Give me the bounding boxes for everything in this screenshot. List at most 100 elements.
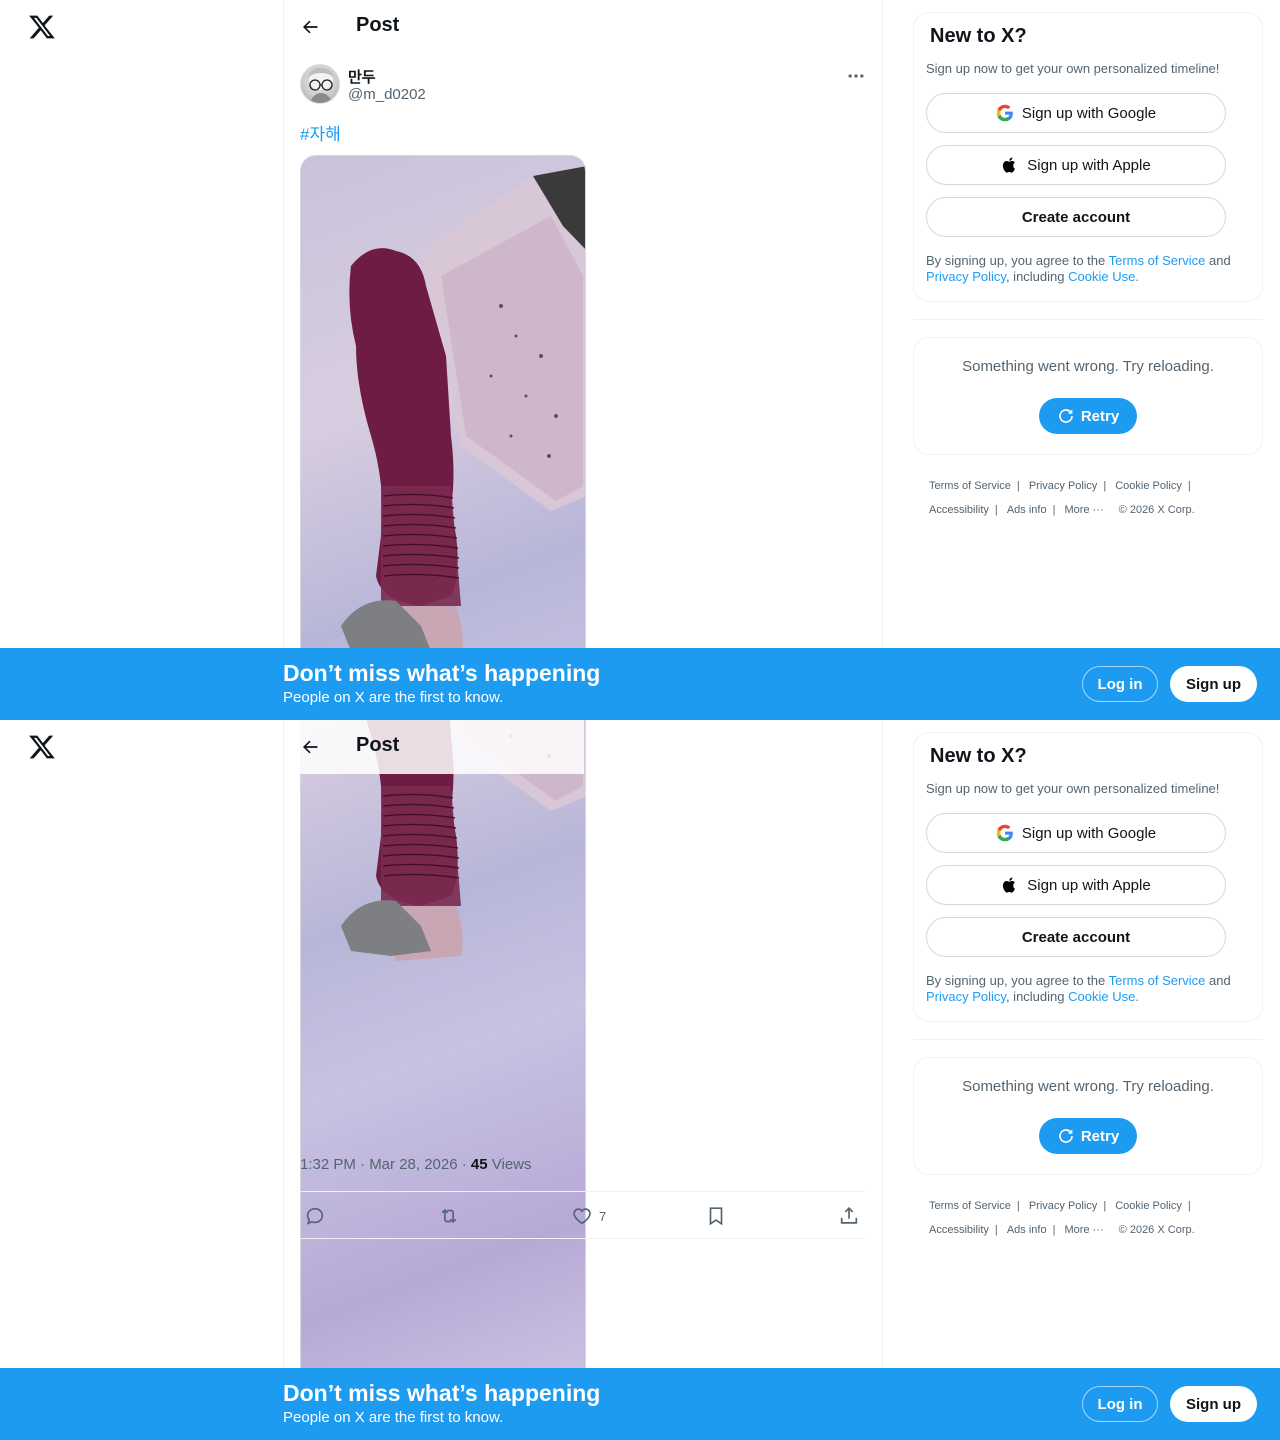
like-count: 7 bbox=[599, 1208, 607, 1224]
share-icon bbox=[840, 1207, 858, 1224]
footer-copyright: © 2026 X Corp. bbox=[1118, 504, 1195, 516]
footer-accessibility-link[interactable]: Accessibility bbox=[929, 498, 989, 522]
login-banner: Don’t miss what’s happening People on X … bbox=[0, 648, 1280, 720]
signup-legal-text: By signing up, you agree to the Terms of… bbox=[926, 973, 1252, 1005]
post-timestamp[interactable]: 1:32 PM · Mar 28, 2026 · bbox=[300, 1156, 471, 1173]
sidebar-right: New to X? Sign up now to get your own pe… bbox=[913, 12, 1263, 522]
signup-subtitle: Sign up now to get your own personalized… bbox=[926, 61, 1220, 76]
author-name[interactable]: 만두 bbox=[348, 66, 376, 87]
viewport-bottom: Post 1:32 PM · Mar 28, 2026 · 45 Views 7 bbox=[0, 720, 1280, 1440]
footer-terms-link[interactable]: Terms of Service bbox=[929, 474, 1011, 498]
post-meta: 1:32 PM · Mar 28, 2026 · 45 Views bbox=[300, 1156, 532, 1173]
signup-button[interactable]: Sign up bbox=[1170, 1386, 1257, 1422]
banner-subtitle: People on X are the first to know. bbox=[283, 689, 504, 706]
signup-legal-text: By signing up, you agree to the Terms of… bbox=[926, 253, 1252, 285]
footer-more-link[interactable]: More ··· bbox=[1065, 498, 1104, 522]
footer-privacy-link[interactable]: Privacy Policy bbox=[1029, 1194, 1097, 1218]
cookie-link[interactable]: Cookie Use. bbox=[1068, 989, 1139, 1004]
signup-google-button[interactable]: Sign up with Google bbox=[926, 93, 1226, 133]
terms-link[interactable]: Terms of Service bbox=[1109, 253, 1206, 268]
signup-title: New to X? bbox=[930, 25, 1027, 47]
refresh-icon bbox=[1057, 1127, 1075, 1145]
banner-title: Don’t miss what’s happening bbox=[283, 660, 601, 686]
signup-apple-button[interactable]: Sign up with Apple bbox=[926, 865, 1226, 905]
back-arrow-icon[interactable] bbox=[300, 17, 320, 37]
legal-text-3: , including bbox=[1005, 989, 1069, 1004]
login-button[interactable]: Log in bbox=[1082, 1386, 1158, 1422]
share-button[interactable] bbox=[838, 1204, 860, 1228]
post-media-image[interactable] bbox=[300, 720, 586, 1439]
reply-icon bbox=[306, 1207, 324, 1225]
signup-google-label: Sign up with Google bbox=[1021, 824, 1157, 842]
footer-cookie-link[interactable]: Cookie Policy bbox=[1115, 1194, 1182, 1218]
divider bbox=[913, 319, 1263, 320]
back-arrow-icon[interactable] bbox=[300, 737, 320, 757]
footer-accessibility-link[interactable]: Accessibility bbox=[929, 1218, 989, 1242]
signup-apple-button[interactable]: Sign up with Apple bbox=[926, 145, 1226, 185]
repost-icon bbox=[441, 1208, 457, 1224]
post-actions: 7 bbox=[300, 1191, 866, 1239]
privacy-link[interactable]: Privacy Policy bbox=[926, 269, 1006, 284]
signup-apple-label: Sign up with Apple bbox=[1027, 876, 1151, 894]
footer-terms-link[interactable]: Terms of Service bbox=[929, 1194, 1011, 1218]
viewport-top: Post 만두 @m_d0202 #자해 New to X? Sign up n… bbox=[0, 0, 1280, 720]
footer-links: Terms of Service | Privacy Policy | Cookie… bbox=[913, 474, 1263, 522]
google-icon bbox=[996, 104, 1014, 122]
signup-google-label: Sign up with Google bbox=[1021, 104, 1157, 122]
more-options-icon[interactable] bbox=[846, 66, 866, 86]
footer-ads-link[interactable]: Ads info bbox=[1007, 1218, 1047, 1242]
post-header: Post bbox=[284, 0, 882, 54]
post-hashtag[interactable]: #자해 bbox=[300, 120, 341, 145]
bookmark-icon bbox=[709, 1207, 723, 1226]
signup-title: New to X? bbox=[930, 745, 1027, 767]
retry-label: Retry bbox=[1080, 1127, 1120, 1145]
bookmark-button[interactable] bbox=[705, 1204, 727, 1228]
login-banner: Don’t miss what’s happening People on X … bbox=[0, 1368, 1280, 1440]
views-label: Views bbox=[487, 1156, 532, 1173]
legal-text-3: , including bbox=[1005, 269, 1069, 284]
x-logo-icon[interactable] bbox=[28, 13, 56, 41]
footer-privacy-link[interactable]: Privacy Policy bbox=[1029, 474, 1097, 498]
legal-text-1: By signing up, you agree to the bbox=[926, 973, 1109, 988]
legal-text-1: By signing up, you agree to the bbox=[926, 253, 1109, 268]
primary-column: Post 1:32 PM · Mar 28, 2026 · 45 Views 7 bbox=[283, 720, 883, 1440]
repost-button[interactable] bbox=[438, 1204, 460, 1228]
signup-button[interactable]: Sign up bbox=[1170, 666, 1257, 702]
signup-google-button[interactable]: Sign up with Google bbox=[926, 813, 1226, 853]
error-card: Something went wrong. Try reloading. Ret… bbox=[913, 1057, 1263, 1175]
banner-subtitle: People on X are the first to know. bbox=[283, 1409, 504, 1426]
primary-column: Post 만두 @m_d0202 #자해 bbox=[283, 0, 883, 720]
login-button[interactable]: Log in bbox=[1082, 666, 1158, 702]
x-logo-icon[interactable] bbox=[28, 733, 56, 761]
author-handle[interactable]: @m_d0202 bbox=[348, 86, 426, 103]
views-count: 45 bbox=[470, 1156, 488, 1173]
terms-link[interactable]: Terms of Service bbox=[1109, 973, 1206, 988]
footer-more-link[interactable]: More ··· bbox=[1065, 1218, 1104, 1242]
post-media-image[interactable] bbox=[300, 155, 586, 720]
error-message: Something went wrong. Try reloading. bbox=[962, 1078, 1214, 1095]
cookie-link[interactable]: Cookie Use. bbox=[1068, 269, 1139, 284]
retry-button[interactable]: Retry bbox=[1039, 398, 1137, 434]
page-title: Post bbox=[356, 14, 400, 36]
heart-icon bbox=[573, 1208, 591, 1225]
retry-button[interactable]: Retry bbox=[1039, 1118, 1137, 1154]
divider bbox=[913, 1039, 1263, 1040]
footer-ads-link[interactable]: Ads info bbox=[1007, 498, 1047, 522]
signup-card: New to X? Sign up now to get your own pe… bbox=[913, 12, 1263, 302]
google-icon bbox=[996, 824, 1014, 842]
error-card: Something went wrong. Try reloading. Ret… bbox=[913, 337, 1263, 455]
like-button[interactable]: 7 bbox=[571, 1204, 606, 1228]
post-header: Post bbox=[284, 720, 584, 774]
create-account-button[interactable]: Create account bbox=[926, 197, 1226, 237]
footer-cookie-link[interactable]: Cookie Policy bbox=[1115, 474, 1182, 498]
create-account-button[interactable]: Create account bbox=[926, 917, 1226, 957]
post-author: 만두 @m_d0202 bbox=[300, 64, 866, 106]
avatar[interactable] bbox=[300, 64, 340, 104]
sidebar-right: New to X? Sign up now to get your own pe… bbox=[913, 732, 1263, 1242]
legal-text-2: and bbox=[1205, 253, 1231, 268]
signup-subtitle: Sign up now to get your own personalized… bbox=[926, 781, 1220, 796]
signup-card: New to X? Sign up now to get your own pe… bbox=[913, 732, 1263, 1022]
privacy-link[interactable]: Privacy Policy bbox=[926, 989, 1006, 1004]
legal-text-2: and bbox=[1205, 973, 1231, 988]
reply-button[interactable] bbox=[304, 1204, 326, 1228]
